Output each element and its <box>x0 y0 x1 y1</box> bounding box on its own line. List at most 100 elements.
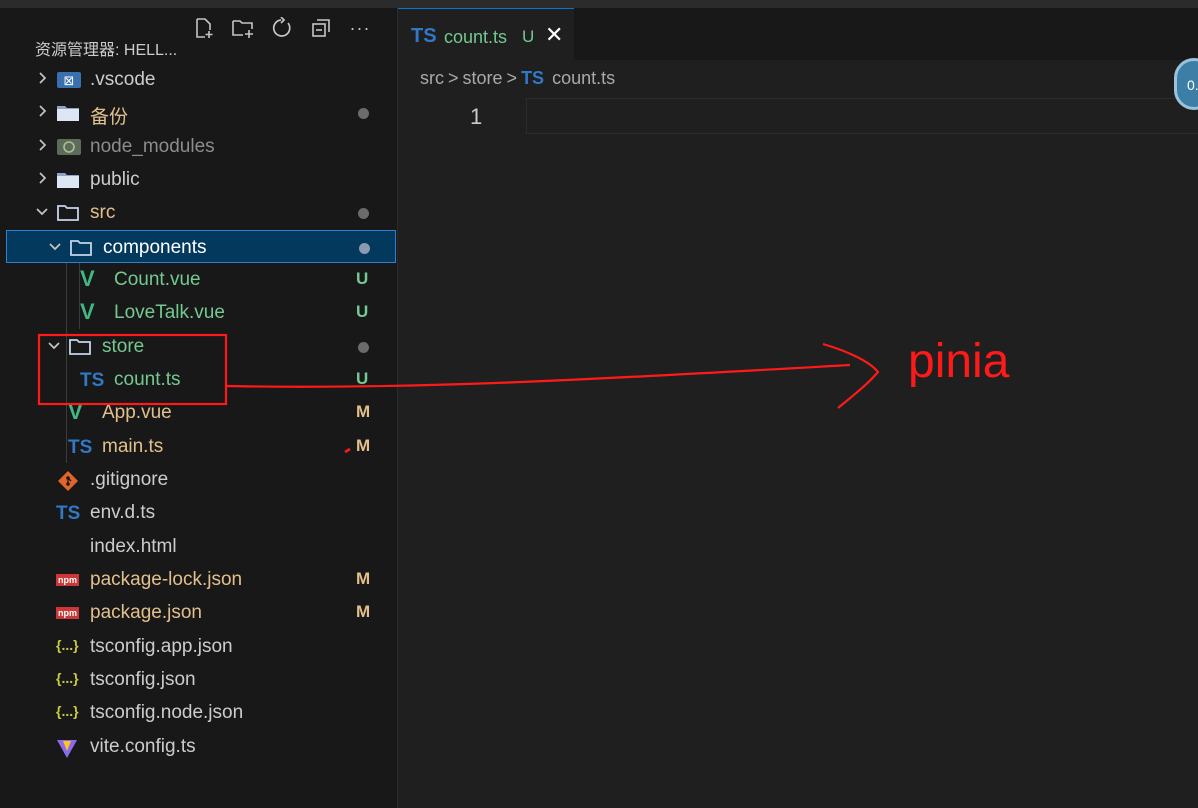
tree-row-env-d-ts[interactable]: TS env.d.ts <box>6 496 396 529</box>
folder-open-icon <box>69 238 93 258</box>
status-dot <box>358 208 369 219</box>
tree-row-store[interactable]: store <box>6 330 396 363</box>
tree-item-label: .vscode <box>90 69 156 90</box>
tree-item-label: tsconfig.node.json <box>90 702 244 723</box>
vite-icon <box>56 737 80 758</box>
tree-row-src[interactable]: src <box>6 196 396 229</box>
editor-tab-bar: TS count.ts U ✕ <box>398 8 1198 60</box>
tree-item-label: public <box>90 169 140 190</box>
breadcrumb-item-file[interactable]: count.ts <box>552 68 615 89</box>
vscode-folder-icon: ⊠ <box>56 70 81 90</box>
new-folder-icon[interactable] <box>229 14 257 42</box>
tab-count-ts[interactable]: TS count.ts U ✕ <box>398 8 574 60</box>
tree-row-node-modules[interactable]: node_modules <box>6 130 396 163</box>
tree-row-tsconfig-node-json[interactable]: {...} tsconfig.node.json <box>6 696 396 729</box>
tab-status: U <box>522 27 535 46</box>
status-badge: U <box>356 302 369 321</box>
tree-item-label: tsconfig.app.json <box>90 636 233 657</box>
editor-current-line[interactable] <box>526 98 1198 134</box>
npm-icon: npm <box>56 607 79 619</box>
status-badge: U <box>356 269 369 288</box>
npm-icon: npm <box>56 574 79 586</box>
tree-item-label: package-lock.json <box>90 569 243 590</box>
json-file-icon: {...} <box>56 670 79 686</box>
tree-item-label: store <box>102 336 145 357</box>
tree-item-label: src <box>90 202 116 223</box>
status-badge: M <box>356 402 371 421</box>
chevron-down-icon[interactable] <box>46 335 64 355</box>
tree-item-label: env.d.ts <box>90 502 156 523</box>
tree-item-label: App.vue <box>102 402 172 423</box>
tree-item-label: .gitignore <box>90 469 169 490</box>
tree-row-public[interactable]: public <box>6 163 396 196</box>
chevron-right-icon[interactable] <box>34 168 52 188</box>
tree-row-vite-config-ts[interactable]: vite.config.ts <box>6 730 396 763</box>
typescript-file-icon: TS <box>80 370 105 391</box>
chevron-right-icon: > <box>506 68 518 88</box>
tree-row-vscode[interactable]: ⊠ .vscode <box>6 63 396 96</box>
collapse-all-icon[interactable] <box>307 14 335 42</box>
tree-item-label: vite.config.ts <box>90 736 196 757</box>
tree-row-tsconfig-json[interactable]: {...} tsconfig.json <box>6 663 396 696</box>
chevron-down-icon[interactable] <box>34 201 52 221</box>
typescript-file-icon: TS <box>56 503 81 524</box>
folder-icon <box>56 103 80 123</box>
tree-row-components[interactable]: components <box>6 230 396 263</box>
chevron-right-icon[interactable] <box>34 101 52 121</box>
tree-item-label: tsconfig.json <box>90 669 196 690</box>
tree-row-backup[interactable]: 备份 <box>6 96 396 129</box>
explorer-title: 资源管理器: HELL... <box>35 42 178 59</box>
vue-file-icon: V <box>80 299 95 324</box>
folder-open-icon <box>68 337 92 357</box>
status-badge: U <box>356 369 369 388</box>
folder-icon <box>56 170 80 190</box>
status-dot <box>359 243 370 254</box>
tree-item-label: package.json <box>90 602 202 623</box>
vue-file-icon: V <box>80 266 95 291</box>
status-dot <box>358 108 369 119</box>
breadcrumb-item-src[interactable]: src <box>420 68 444 89</box>
status-badge: M <box>356 436 371 455</box>
html-file-icon <box>56 537 80 557</box>
chevron-right-icon[interactable] <box>34 135 52 155</box>
status-badge: M <box>356 602 371 621</box>
tree-row-count-vue[interactable]: V Count.vue U <box>6 263 396 296</box>
typescript-file-icon: TS <box>68 437 93 458</box>
close-icon[interactable]: ✕ <box>545 22 563 48</box>
breadcrumb-item-store[interactable]: store <box>463 68 503 89</box>
json-file-icon: {...} <box>56 703 79 719</box>
annotation-arrow-head <box>822 342 880 409</box>
tree-row-app-vue[interactable]: V App.vue M <box>6 396 396 429</box>
svg-text:⊠: ⊠ <box>64 74 75 89</box>
annotation-text: pinia <box>908 335 1010 388</box>
new-file-icon[interactable] <box>190 14 218 42</box>
folder-open-icon <box>56 203 80 223</box>
tree-row-package-json[interactable]: npm package.json M <box>6 596 396 629</box>
tree-row-tsconfig-app-json[interactable]: {...} tsconfig.app.json <box>6 630 396 663</box>
chevron-right-icon[interactable] <box>34 68 52 88</box>
tree-item-label: LoveTalk.vue <box>114 302 225 323</box>
typescript-file-icon: TS <box>411 25 437 47</box>
tree-item-label: 备份 <box>90 107 129 128</box>
tree-row-count-ts[interactable]: TS count.ts U <box>6 363 396 396</box>
refresh-icon[interactable] <box>268 14 296 42</box>
tree-item-label: node_modules <box>90 136 215 157</box>
chevron-right-icon: > <box>448 68 459 88</box>
typescript-file-icon: TS <box>521 68 545 88</box>
chevron-down-icon[interactable] <box>47 236 65 256</box>
tree-row-package-lock-json[interactable]: npm package-lock.json M <box>6 563 396 596</box>
tree-row-gitignore[interactable]: .gitignore <box>6 463 396 496</box>
tree-item-label: main.ts <box>102 436 164 457</box>
tree-row-index-html[interactable]: index.html <box>6 530 396 563</box>
tree-row-main-ts[interactable]: TS main.ts M <box>6 430 396 463</box>
tree-row-lovetalk-vue[interactable]: V LoveTalk.vue U <box>6 296 396 329</box>
json-file-icon: {...} <box>56 637 79 653</box>
tree-item-label: index.html <box>90 536 177 557</box>
tree-item-label: Count.vue <box>114 269 201 290</box>
more-icon[interactable]: ··· <box>346 14 374 42</box>
avatar[interactable]: 0. <box>1174 58 1198 110</box>
git-icon <box>56 470 80 491</box>
tree-item-label: count.ts <box>114 369 181 390</box>
vue-file-icon: V <box>68 399 83 424</box>
tree-item-label: components <box>103 237 207 258</box>
